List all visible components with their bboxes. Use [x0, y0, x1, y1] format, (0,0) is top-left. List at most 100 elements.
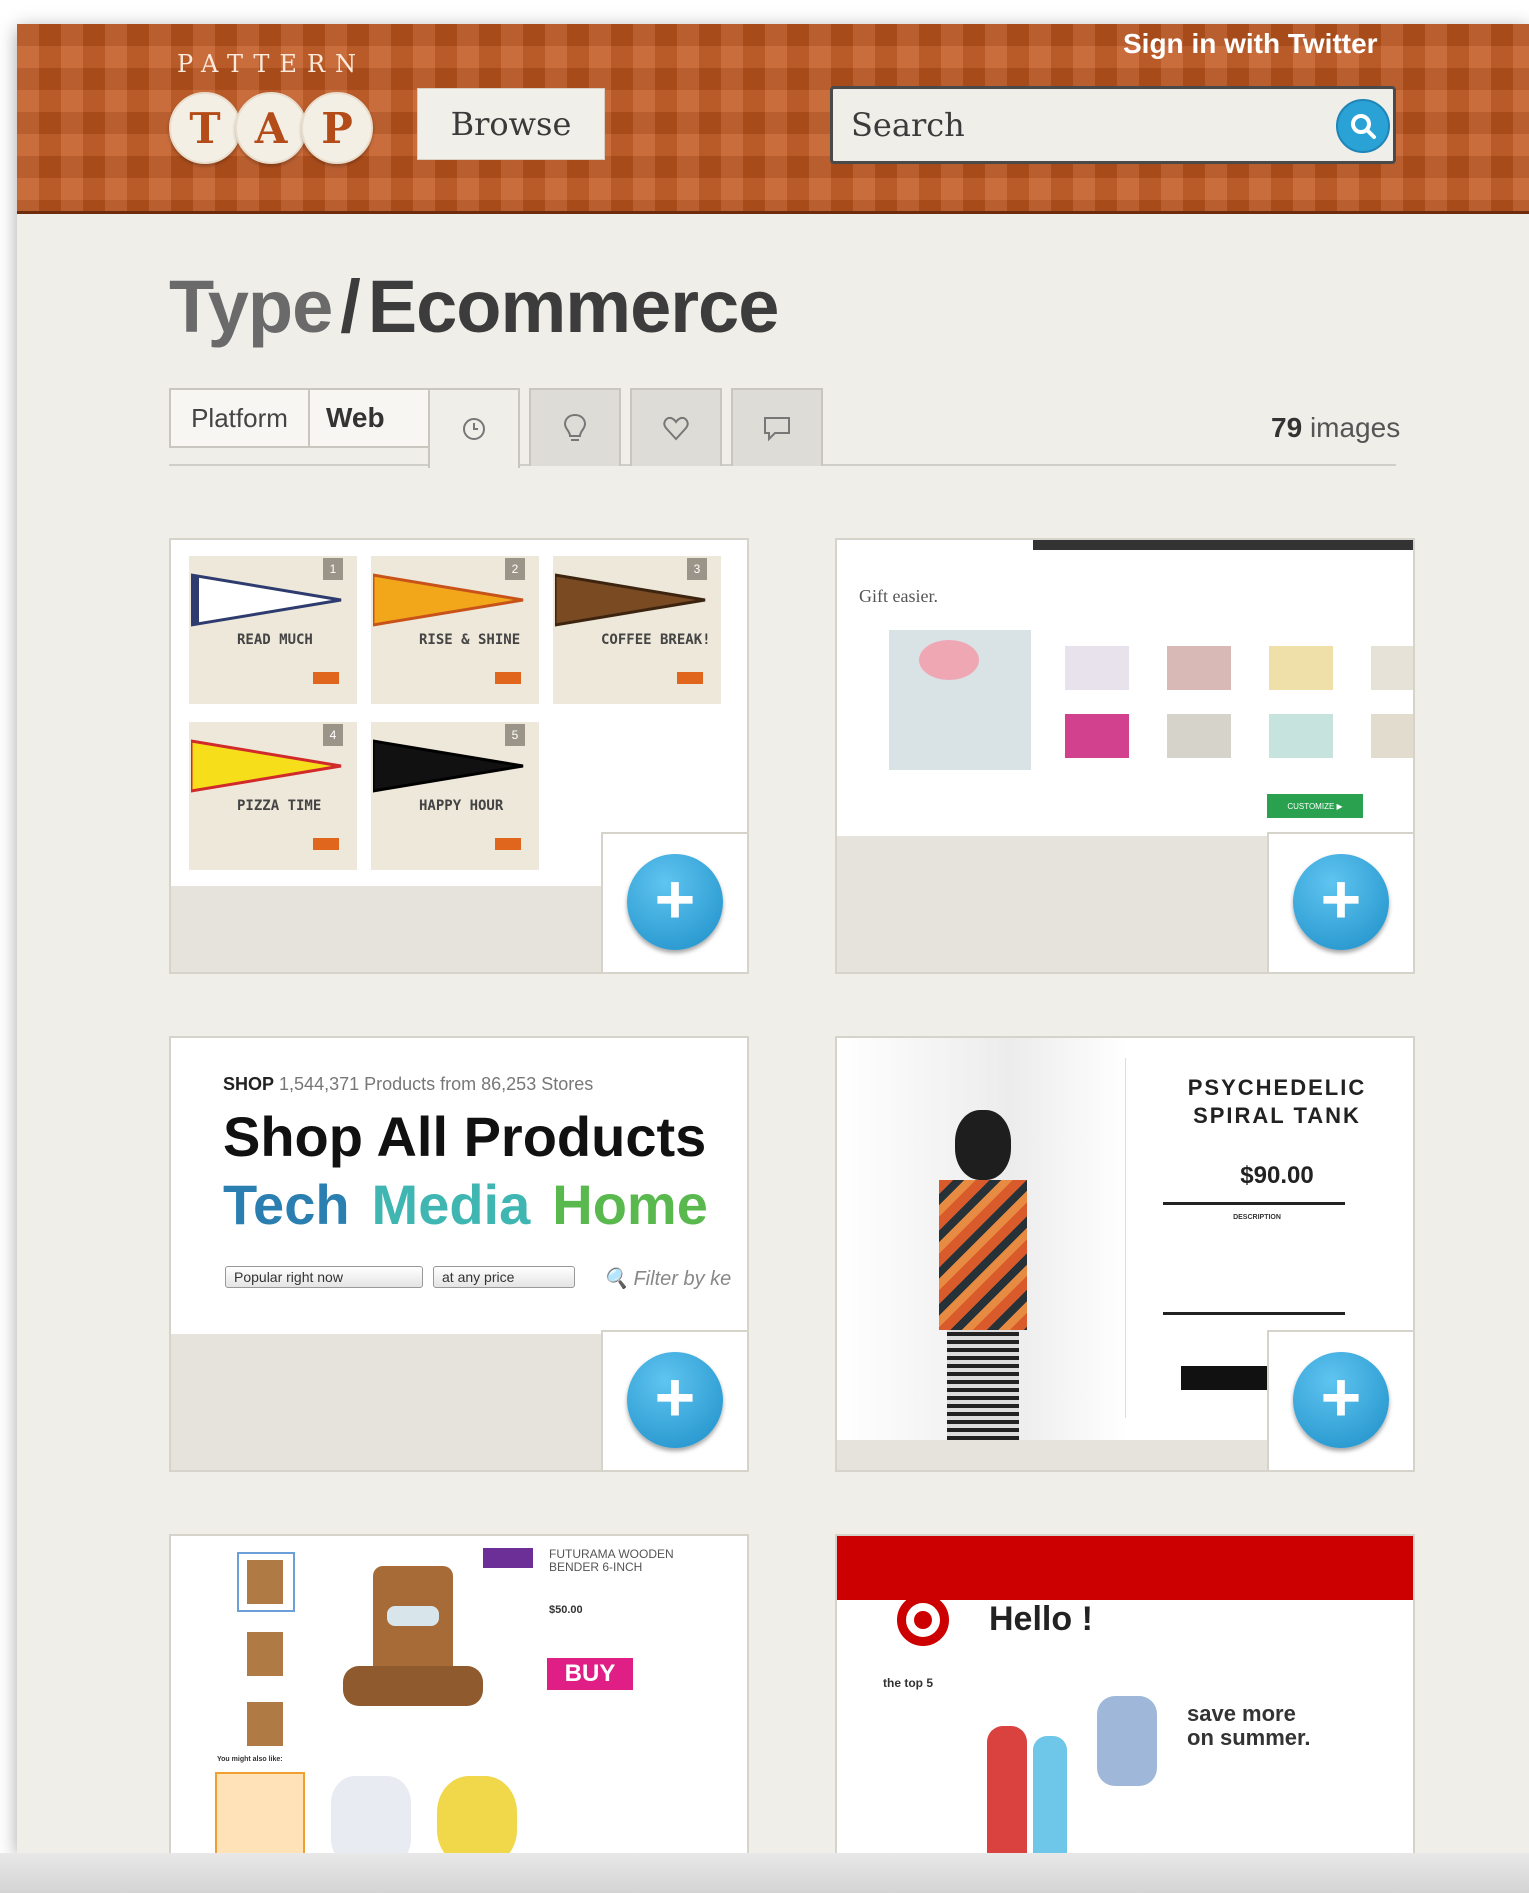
shop-stats-text: 1,544,371 Products from 86,253 Stores — [279, 1074, 594, 1094]
platform-value-text: Web — [326, 402, 385, 433]
product-title: PSYCHEDELIC SPIRAL TANK — [1187, 1075, 1367, 1128]
promo-line-2: on summer. — [1187, 1725, 1311, 1750]
page-title: Type / Ecommerce — [169, 264, 780, 349]
also-like-label: You might also like: — [217, 1756, 283, 1763]
title-type-link[interactable]: Type — [169, 265, 333, 348]
browser-window: PATTERN T A P Browse Sign in with Twitte… — [17, 24, 1529, 1853]
product-price: $50.00 — [549, 1604, 583, 1616]
add-to-collection-button[interactable]: + — [627, 1352, 723, 1448]
buy-badge — [495, 672, 521, 684]
pattern-card-1[interactable]: 1 READ MUCH 2 RISE & SHINE 3 COFFEE BREA… — [169, 538, 749, 974]
search-button[interactable] — [1336, 99, 1390, 153]
pattern-card-3[interactable]: SHOP 1,544,371 Products from 86,253 Stor… — [169, 1036, 749, 1472]
target-logo — [897, 1594, 949, 1646]
family-photo — [977, 1686, 1177, 1853]
pennant-image — [373, 573, 524, 627]
card-thumbnail[interactable]: SHOP 1,544,371 Products from 86,253 Stor… — [171, 1038, 747, 1334]
pennant-tile: 2 RISE & SHINE — [371, 556, 539, 704]
image-count: 79 images — [1271, 412, 1400, 444]
product-price: $90.00 — [1240, 1162, 1314, 1189]
related-item[interactable] — [331, 1776, 411, 1853]
pennant-image — [191, 739, 342, 793]
promo-heading: save more on summer. — [1187, 1702, 1310, 1750]
pattern-card-6[interactable]: Hello ! the top 5 save more on summer. — [835, 1534, 1415, 1853]
shop-stats: SHOP 1,544,371 Products from 86,253 Stor… — [223, 1074, 593, 1095]
buy-badge — [313, 838, 339, 850]
buy-badge — [677, 672, 703, 684]
tab-comments[interactable] — [731, 388, 823, 466]
card-thumbnail[interactable]: Gift easier. CUSTOMIZE ▶ — [837, 540, 1413, 836]
logo[interactable]: T A P — [169, 92, 373, 164]
pennant-tile: 1 READ MUCH — [189, 556, 357, 704]
pennant-name: RISE & SHINE — [419, 632, 521, 648]
pattern-card-2[interactable]: Gift easier. CUSTOMIZE ▶ + — [835, 538, 1415, 974]
logo-letter-t: T — [169, 92, 241, 164]
tab-recent[interactable] — [428, 388, 520, 468]
pennant-name: COFFEE BREAK! — [601, 632, 711, 648]
related-item[interactable] — [215, 1772, 305, 1853]
plus-icon: + — [1320, 860, 1362, 938]
pennant-tile: 5 HAPPY HOUR — [371, 722, 539, 870]
description-label: DESCRIPTION — [1233, 1214, 1281, 1221]
sort-select[interactable]: Popular right now — [225, 1266, 423, 1288]
plus-icon: + — [654, 1358, 696, 1436]
card-thumbnail[interactable]: FUTURAMA WOODEN BENDER 6-INCH $50.00 BUY… — [171, 1536, 747, 1853]
pennant-name: PIZZA TIME — [237, 798, 322, 814]
search-icon — [1351, 114, 1376, 139]
image-count-number: 79 — [1271, 412, 1303, 443]
add-panel: + — [601, 832, 749, 974]
clock-icon — [463, 418, 485, 440]
gift-headline: Gift easier. — [859, 586, 938, 606]
add-to-collection-button[interactable]: + — [1293, 854, 1389, 950]
category-media[interactable]: Media — [372, 1173, 531, 1236]
shop-categories: Tech Media Home — [223, 1172, 730, 1237]
title-category: Ecommerce — [367, 265, 780, 348]
lightbulb-icon — [563, 413, 587, 441]
tab-popular[interactable] — [529, 388, 621, 466]
add-panel: + — [601, 1330, 749, 1472]
search-input[interactable] — [851, 99, 1321, 151]
platform-label: Platform — [171, 390, 310, 446]
add-to-collection-button[interactable]: + — [627, 854, 723, 950]
add-to-collection-button[interactable]: + — [1293, 1352, 1389, 1448]
image-count-label: images — [1309, 412, 1401, 443]
signin-twitter-link[interactable]: Sign in with Twitter — [1123, 28, 1378, 60]
card-thumbnail[interactable]: Hello ! the top 5 save more on summer. — [837, 1536, 1413, 1853]
category-tech[interactable]: Tech — [223, 1173, 350, 1236]
title-separator: / — [340, 265, 361, 348]
add-panel: + — [1267, 1330, 1415, 1472]
pennant-image — [191, 573, 342, 627]
hello-heading: Hello ! — [989, 1600, 1093, 1638]
pattern-card-5[interactable]: FUTURAMA WOODEN BENDER 6-INCH $50.00 BUY… — [169, 1534, 749, 1853]
plus-icon: + — [654, 860, 696, 938]
search-box — [830, 86, 1396, 164]
pennant-tile: 3 COFFEE BREAK! — [553, 556, 721, 704]
tab-favorites[interactable] — [630, 388, 722, 466]
plus-icon: + — [1320, 1358, 1362, 1436]
pennant-image — [555, 573, 706, 627]
filter-input[interactable]: 🔍 Filter by ke — [603, 1266, 731, 1291]
product-name: FUTURAMA WOODEN BENDER 6-INCH — [549, 1547, 674, 1574]
related-item[interactable] — [437, 1776, 517, 1853]
promo-line-1: save more — [1187, 1701, 1296, 1726]
logo-wordmark[interactable]: PATTERN — [177, 50, 366, 78]
price-select[interactable]: at any price — [433, 1266, 575, 1288]
buy-badge — [313, 672, 339, 684]
pennant-name: READ MUCH — [237, 632, 313, 648]
customize-button[interactable]: CUSTOMIZE ▶ — [1267, 794, 1363, 818]
top5-label: the top 5 — [883, 1676, 933, 1690]
add-panel: + — [1267, 832, 1415, 974]
category-home[interactable]: Home — [552, 1173, 708, 1236]
model-photo — [837, 1038, 1127, 1440]
pennant-tile: 4 PIZZA TIME — [189, 722, 357, 870]
buy-button[interactable]: BUY — [547, 1658, 633, 1690]
buy-badge — [495, 838, 521, 850]
pattern-card-4[interactable]: PSYCHEDELIC SPIRAL TANK $90.00 DESCRIPTI… — [835, 1036, 1415, 1472]
pennant-name: HAPPY HOUR — [419, 798, 504, 814]
comment-icon — [764, 417, 790, 442]
bender-image — [343, 1566, 483, 1726]
browse-button[interactable]: Browse — [417, 88, 605, 160]
shop-heading: Shop All Products — [223, 1105, 707, 1168]
site-header: PATTERN T A P Browse Sign in with Twitte… — [17, 24, 1529, 214]
shop-label: SHOP — [223, 1074, 275, 1094]
